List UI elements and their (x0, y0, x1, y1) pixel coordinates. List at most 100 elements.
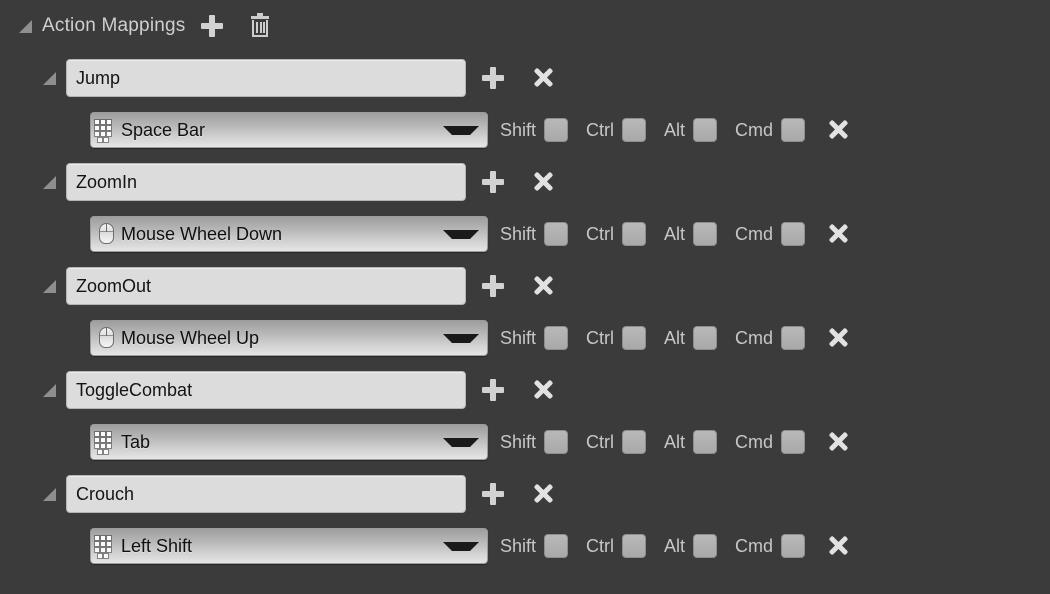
modifier-label-shift: Shift (500, 431, 537, 452)
action-name-input[interactable]: Jump (66, 59, 466, 97)
remove-key-binding-button[interactable] (825, 117, 851, 143)
action-name-value: ZoomIn (76, 171, 138, 192)
expander-triangle-icon[interactable] (42, 486, 58, 502)
modifier-keys-group: Shift Ctrl Alt Cmd (500, 534, 823, 558)
remove-action-mapping-button[interactable] (530, 273, 556, 299)
modifier-label-alt: Alt (664, 535, 686, 556)
key-binding-combobox[interactable]: Mouse Wheel Down (90, 216, 488, 252)
page-title: Action Mappings (42, 15, 186, 36)
modifier-label-ctrl: Ctrl (586, 535, 615, 556)
chevron-down-icon[interactable] (443, 437, 479, 447)
key-binding-combobox[interactable]: Left Shift (90, 528, 488, 564)
modifier-label-shift: Shift (500, 535, 537, 556)
expander-triangle-icon[interactable] (42, 278, 58, 294)
action-name-input[interactable]: Crouch (66, 475, 466, 513)
action-name-value: Crouch (76, 483, 135, 504)
key-binding-row: Tab Shift Ctrl Alt Cmd (0, 416, 1050, 468)
chevron-down-icon[interactable] (443, 229, 479, 239)
remove-key-binding-button[interactable] (825, 221, 851, 247)
expander-triangle-icon[interactable] (42, 382, 58, 398)
modifier-checkbox-cmd[interactable] (781, 118, 806, 142)
action-name-value: ZoomOut (76, 275, 152, 296)
modifier-checkbox-cmd[interactable] (781, 326, 806, 350)
modifier-label-alt: Alt (664, 119, 686, 140)
remove-action-mapping-button[interactable] (530, 65, 556, 91)
mouse-icon (97, 326, 117, 350)
expander-triangle-icon[interactable] (42, 70, 58, 86)
add-key-binding-button[interactable] (480, 169, 506, 195)
keyboard-icon (95, 432, 117, 454)
modifier-checkbox-shift[interactable] (544, 534, 569, 558)
key-binding-row: Mouse Wheel Down Shift Ctrl Alt Cmd (0, 208, 1050, 260)
trash-lid-icon (251, 16, 270, 19)
modifier-checkbox-ctrl[interactable] (622, 118, 647, 142)
action-mapping-row: Crouch (0, 468, 1050, 520)
modifier-checkbox-shift[interactable] (544, 222, 569, 246)
modifier-label-cmd: Cmd (735, 223, 774, 244)
modifier-checkbox-ctrl[interactable] (622, 534, 647, 558)
modifier-checkbox-ctrl[interactable] (622, 222, 647, 246)
modifier-checkbox-alt[interactable] (693, 326, 718, 350)
modifier-checkbox-alt[interactable] (693, 222, 718, 246)
key-binding-combobox[interactable]: Mouse Wheel Up (90, 320, 488, 356)
expander-triangle-icon[interactable] (42, 174, 58, 190)
key-binding-value: Left Shift (121, 535, 193, 556)
modifier-keys-group: Shift Ctrl Alt Cmd (500, 222, 823, 246)
chevron-down-icon[interactable] (443, 333, 479, 343)
modifier-keys-group: Shift Ctrl Alt Cmd (500, 326, 823, 350)
add-key-binding-button[interactable] (480, 65, 506, 91)
trash-can-icon (252, 20, 269, 37)
mouse-icon (97, 222, 117, 246)
modifier-label-cmd: Cmd (735, 119, 774, 140)
action-name-input[interactable]: ToggleCombat (66, 371, 466, 409)
remove-action-mapping-button[interactable] (530, 377, 556, 403)
add-key-binding-button[interactable] (480, 377, 506, 403)
key-binding-combobox[interactable]: Tab (90, 424, 488, 460)
modifier-label-shift: Shift (500, 223, 537, 244)
add-key-binding-button[interactable] (480, 481, 506, 507)
modifier-checkbox-shift[interactable] (544, 118, 569, 142)
modifier-label-cmd: Cmd (735, 431, 774, 452)
add-key-binding-button[interactable] (480, 273, 506, 299)
action-mappings-header: Action Mappings (0, 0, 1050, 52)
chevron-down-icon[interactable] (443, 125, 479, 135)
remove-action-mapping-button[interactable] (530, 481, 556, 507)
modifier-keys-group: Shift Ctrl Alt Cmd (500, 118, 823, 142)
modifier-label-ctrl: Ctrl (586, 431, 615, 452)
modifier-label-alt: Alt (664, 223, 686, 244)
remove-key-binding-button[interactable] (825, 325, 851, 351)
remove-action-mapping-button[interactable] (530, 169, 556, 195)
key-binding-row: Mouse Wheel Up Shift Ctrl Alt Cmd (0, 312, 1050, 364)
action-mapping-row: ZoomOut (0, 260, 1050, 312)
modifier-checkbox-alt[interactable] (693, 430, 718, 454)
chevron-down-icon[interactable] (443, 541, 479, 551)
delete-all-mappings-button[interactable] (247, 13, 273, 39)
key-binding-row: Space Bar Shift Ctrl Alt Cmd (0, 104, 1050, 156)
modifier-checkbox-ctrl[interactable] (622, 326, 647, 350)
modifier-checkbox-shift[interactable] (544, 326, 569, 350)
action-mappings-panel: Action Mappings Jump Space Bar Shift Ctrl Al… (0, 0, 1050, 594)
keyboard-icon (95, 120, 117, 142)
modifier-label-cmd: Cmd (735, 535, 774, 556)
modifier-checkbox-ctrl[interactable] (622, 430, 647, 454)
action-name-input[interactable]: ZoomIn (66, 163, 466, 201)
action-name-input[interactable]: ZoomOut (66, 267, 466, 305)
modifier-checkbox-alt[interactable] (693, 534, 718, 558)
key-binding-value: Space Bar (121, 119, 206, 140)
modifier-label-ctrl: Ctrl (586, 119, 615, 140)
modifier-checkbox-cmd[interactable] (781, 430, 806, 454)
modifier-checkbox-cmd[interactable] (781, 222, 806, 246)
modifier-label-alt: Alt (664, 327, 686, 348)
key-binding-combobox[interactable]: Space Bar (90, 112, 488, 148)
expander-triangle-icon[interactable] (18, 18, 34, 34)
add-action-mapping-button[interactable] (199, 13, 225, 39)
modifier-label-cmd: Cmd (735, 327, 774, 348)
remove-key-binding-button[interactable] (825, 533, 851, 559)
remove-key-binding-button[interactable] (825, 429, 851, 455)
modifier-checkbox-shift[interactable] (544, 430, 569, 454)
modifier-checkbox-alt[interactable] (693, 118, 718, 142)
key-binding-value: Mouse Wheel Up (121, 327, 260, 348)
modifier-checkbox-cmd[interactable] (781, 534, 806, 558)
modifier-keys-group: Shift Ctrl Alt Cmd (500, 430, 823, 454)
action-name-value: ToggleCombat (76, 379, 193, 400)
